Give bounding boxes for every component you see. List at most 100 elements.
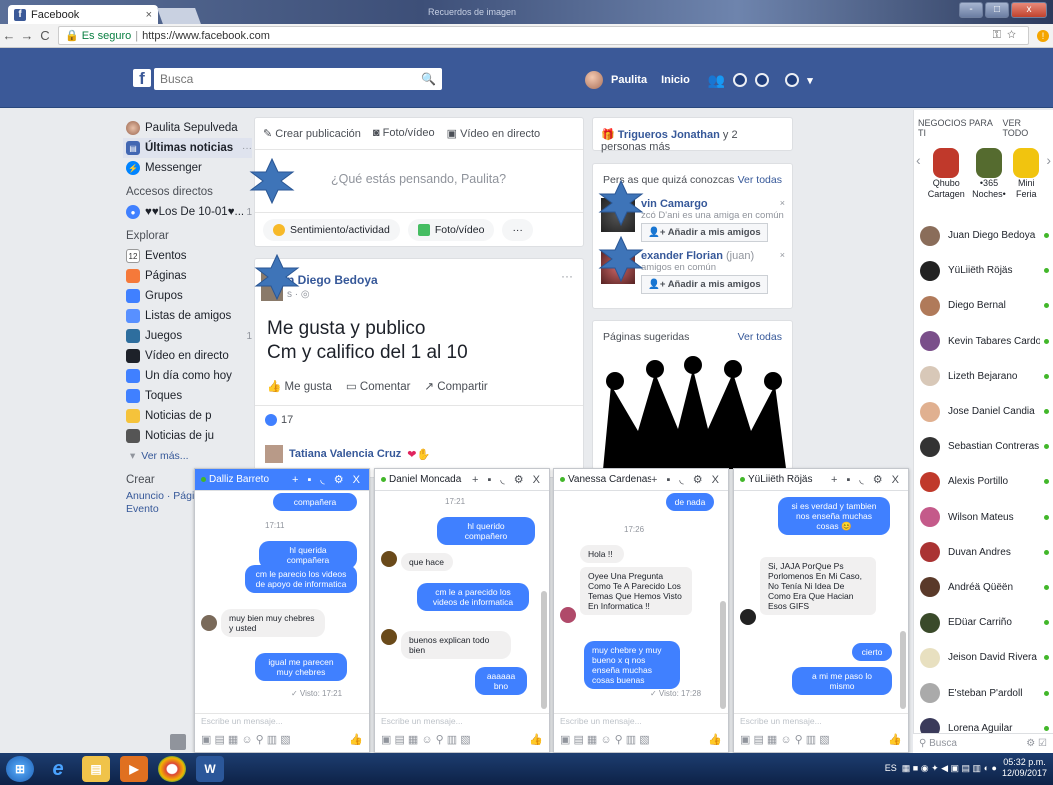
chrome-icon[interactable] [158,756,186,782]
friend-requests-icon[interactable]: 👥 [708,72,725,89]
reactions-summary[interactable]: 17 [255,405,583,434]
media-player-icon[interactable]: ▶ [120,756,148,782]
chat-contact[interactable]: Wilson Mateus [914,500,1053,535]
send-like-icon[interactable]: 👍 [349,733,363,749]
business-item[interactable]: •365 Noches• [972,148,1006,200]
chat-contact[interactable]: Lizeth Bejarano [914,359,1053,394]
chat-header-tools[interactable]: + ▪ ◟ ⚙ X [292,473,363,486]
browser-tab[interactable]: f Facebook × [8,5,158,24]
header-user-name[interactable]: Paulita [611,74,647,86]
search-icon[interactable]: 🔍 [421,72,436,86]
new-tab-button[interactable] [157,8,201,24]
new-message-icon[interactable] [170,734,186,750]
tab-close-icon[interactable]: × [146,9,152,21]
chat-contact[interactable]: EDüar Carriño [914,605,1053,640]
add-friend-button[interactable]: 👤+ Añadir a mis amigos [641,223,768,242]
url-field[interactable]: 🔒 Es seguro | https://www.facebook.com ⚿… [58,26,1029,45]
message-input[interactable]: Escribe un mensaje... [375,713,549,729]
reload-icon[interactable]: C [36,28,54,43]
like-button[interactable]: 👍 Me gusta [267,379,332,393]
crown-page-image[interactable] [593,351,793,470]
carousel-right-icon[interactable]: › [1046,152,1051,168]
chat-contact[interactable]: Duvan Andres [914,535,1053,570]
sidebar-item-explore[interactable]: Páginas [126,266,252,286]
sidebar-item-explore[interactable]: Un día como hoy [126,366,252,386]
tab-photo-video[interactable]: ◙ Foto/vídeo [373,127,435,140]
send-like-icon[interactable]: 👍 [708,733,722,749]
commenter-name[interactable]: Tatiana Valencia Cruz [289,448,401,460]
sidebar-item-news-feed[interactable]: ▤ Últimas noticias ··· [123,138,252,158]
business-see-all[interactable]: VER TODO [1002,118,1049,138]
chat-header[interactable]: Dalliz Barreto + ▪ ◟ ⚙ X [195,469,369,491]
chat-contact[interactable]: Alexis Portillo [914,464,1053,499]
sidebar-item-explore[interactable]: Vídeo en directo [126,346,252,366]
sidebar-item-explore[interactable]: Juegos 1 [126,326,252,346]
sidebar-item-explore[interactable]: Grupos [126,286,252,306]
chat-contact[interactable]: Jeison David Rivera ... [914,640,1053,675]
tab-create-post[interactable]: ✎ Crear publicación [263,127,361,140]
account-menu-chevron-icon[interactable]: ▾ [807,74,813,87]
chat-contact[interactable]: Sebastian Contreras [914,429,1053,464]
facebook-logo-icon[interactable]: f [133,69,151,88]
post-author[interactable]: n Diego Bedoya [287,273,378,287]
chat-header[interactable]: Vanessa Cardenas Pe + ▪ ◟ ⚙ X [554,469,728,491]
sidebar-item-explore[interactable]: Noticias de ju [126,426,252,446]
forward-icon[interactable]: → [18,28,36,43]
start-button-icon[interactable]: ⊞ [6,756,34,782]
share-button[interactable]: ↗ Compartir [424,379,487,393]
chat-header-tools[interactable]: + ▪ ◟ ⚙ X [651,473,722,486]
chat-attachment-icons[interactable]: ▣ ▤ ▦ ☺ ⚲ ▥ ▧ [740,733,830,749]
feeling-button[interactable]: Sentimiento/actividad [263,219,400,241]
post-menu-icon[interactable]: ··· [561,269,573,283]
sidebar-item-shortcut[interactable]: ● ♥♥Los De 10-01♥... 1 [126,202,252,222]
chat-contact[interactable]: Diego Bernal [914,288,1053,323]
dismiss-icon[interactable]: × [780,250,785,260]
chat-attachment-icons[interactable]: ▣ ▤ ▦ ☺ ⚲ ▥ ▧ [560,733,650,749]
back-icon[interactable]: ← [0,28,18,43]
see-more-link[interactable]: ▾ Ver más... [126,446,252,466]
news-feed-more-icon[interactable]: ··· [242,143,252,154]
header-avatar[interactable] [585,71,603,89]
suggestion-name[interactable]: vin Camargo [641,198,791,210]
send-like-icon[interactable]: 👍 [888,733,902,749]
chat-header-tools[interactable]: + ▪ ◟ ⚙ X [472,473,543,486]
file-explorer-icon[interactable]: ▤ [82,756,110,782]
chat-attachment-icons[interactable]: ▣ ▤ ▦ ☺ ⚲ ▥ ▧ [201,733,291,749]
chat-contact[interactable]: Juan Diego Bedoya [914,218,1053,253]
composer-input[interactable]: ¿Qué estás pensando, Paulita? [255,150,583,212]
chat-contact-name[interactable]: Dalliz Barreto [209,474,292,485]
message-input[interactable]: Escribe un mensaje... [195,713,369,729]
chat-contact[interactable]: YüLiiëth Röjäs [914,253,1053,288]
business-item[interactable]: Qhubo Cartagen [928,148,965,200]
birthday-notification[interactable]: 🎁 Trigueros Jonathan y 2 personas más [592,117,793,153]
message-input[interactable]: Escribe un mensaje... [554,713,728,729]
add-friend-button[interactable]: 👤+ Añadir a mis amigos [641,275,768,294]
chat-scrollbar[interactable] [720,601,726,709]
sidebar-item-messenger[interactable]: ⚡ Messenger [126,158,252,178]
minimize-button[interactable]: - [959,2,983,18]
chat-contact[interactable]: Kevin Tabares Cardo... [914,324,1053,359]
internet-explorer-icon[interactable]: e [44,756,72,782]
chat-header[interactable]: Daniel Moncada + ▪ ◟ ⚙ X [375,469,549,491]
chat-scrollbar[interactable] [541,591,547,709]
chat-contact[interactable]: E'steban P'ardoll [914,675,1053,710]
dismiss-icon[interactable]: × [780,198,785,208]
business-item[interactable]: Mini Feria [1013,148,1040,200]
bookmark-star-icon[interactable]: ☆ [1007,29,1022,41]
home-link[interactable]: Inicio [661,74,690,86]
chat-contact-name[interactable]: Daniel Moncada [389,474,472,485]
sidebar-item-explore[interactable]: Toques [126,386,252,406]
pymk-see-all-link[interactable]: Ver todas [738,174,782,186]
language-indicator[interactable]: ES [885,763,897,773]
chat-contact[interactable]: Ándréä Qüëën [914,570,1053,605]
photo-video-button[interactable]: Foto/vídeo [407,219,495,241]
maximize-button[interactable]: □ [985,2,1009,18]
messages-icon[interactable] [733,73,748,87]
message-input[interactable]: Escribe un mensaje... [734,713,908,729]
search-input[interactable] [160,72,422,86]
sidebar-item-explore[interactable]: Listas de amigos [126,306,252,326]
chat-header-tools[interactable]: + ▪ ◟ ⚙ X [831,473,902,486]
sidebar-item-explore[interactable]: Noticias de p [126,406,252,426]
send-like-icon[interactable]: 👍 [529,733,543,749]
chat-contact[interactable]: Jose Daniel Candia [914,394,1053,429]
